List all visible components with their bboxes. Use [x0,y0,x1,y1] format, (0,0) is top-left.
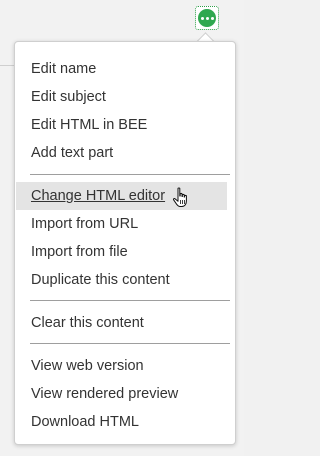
menu-item-download-html[interactable]: Download HTML [16,408,227,436]
menu-item-change-html-editor[interactable]: Change HTML editor [16,182,227,210]
menu-item-import-from-url[interactable]: Import from URL [16,210,227,238]
hand-pointer-cursor-icon [172,187,187,207]
menu-item-add-text-part[interactable]: Add text part [16,139,227,167]
dropdown-menu: Edit name Edit subject Edit HTML in BEE … [14,41,236,445]
menu-item-edit-subject[interactable]: Edit subject [16,83,227,111]
more-options-button[interactable] [195,6,219,30]
menu-divider [30,174,230,175]
screen: Edit name Edit subject Edit HTML in BEE … [0,0,244,456]
menu-item-clear-this-content[interactable]: Clear this content [16,309,227,337]
menu-item-import-from-file[interactable]: Import from file [16,238,227,266]
menu-divider [30,343,230,344]
menu-item-duplicate-this-content[interactable]: Duplicate this content [16,266,227,294]
menu-divider [30,300,230,301]
menu-item-view-rendered-preview[interactable]: View rendered preview [16,380,227,408]
menu-item-edit-name[interactable]: Edit name [16,55,227,83]
menu-item-edit-html-in-bee[interactable]: Edit HTML in BEE [16,111,227,139]
more-horizontal-icon [198,9,216,27]
menu-item-view-web-version[interactable]: View web version [16,352,227,380]
